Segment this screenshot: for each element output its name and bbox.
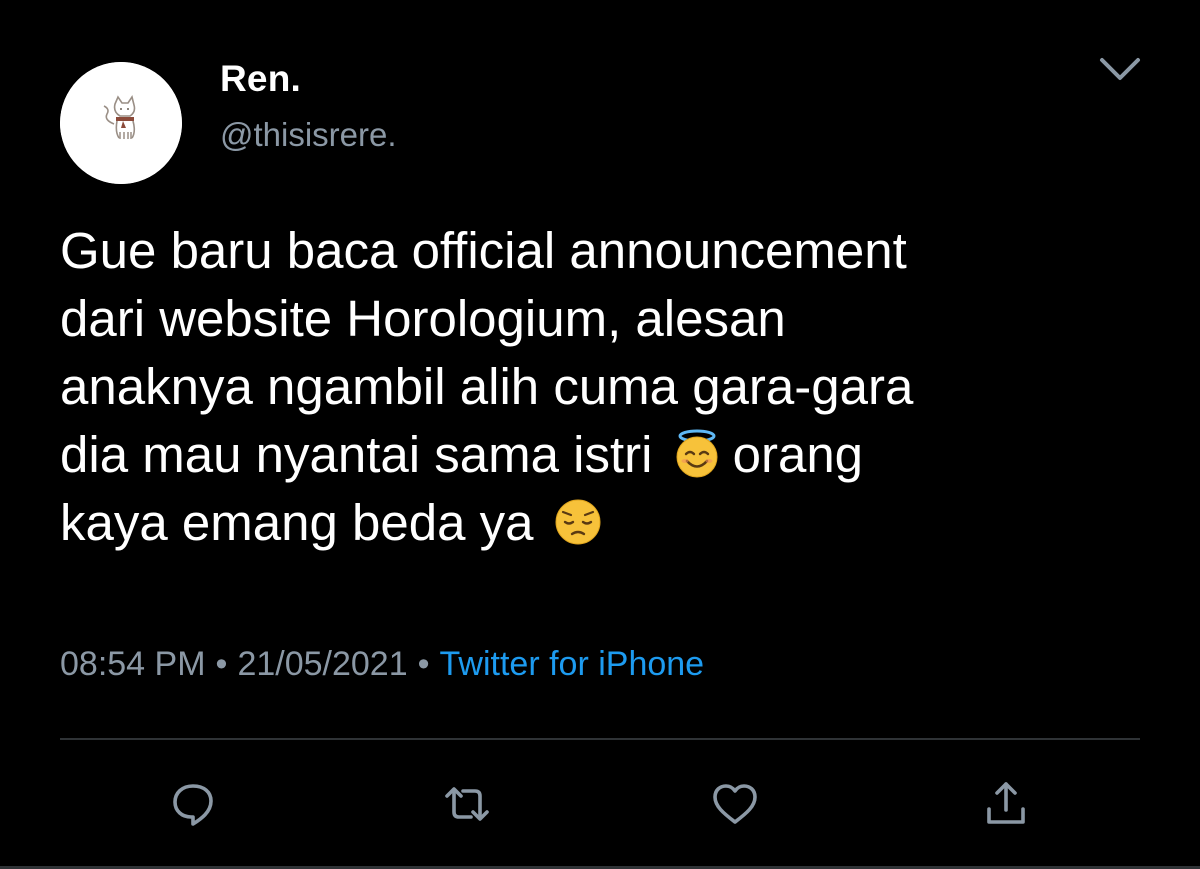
reply-button[interactable] <box>165 776 221 832</box>
tweet-line: Gue baru baca official announcement <box>60 222 907 279</box>
tweet-line: anaknya ngambil alih cuma gara-gara <box>60 358 914 415</box>
tweet-line-text: dia mau nyantai sama istri <box>60 426 653 483</box>
tweet-line-text: kaya emang beda ya <box>60 494 534 551</box>
heart-icon <box>713 784 757 824</box>
retweet-icon <box>445 787 489 821</box>
tweet-meta: 08:54 PM • 21/05/2021 • Twitter for iPhone <box>60 645 704 684</box>
tweet-text: Gue baru baca official announcement dari… <box>60 217 1140 557</box>
share-button[interactable] <box>978 776 1034 832</box>
tweet-line: kaya emang beda ya <box>60 489 1140 557</box>
avatar[interactable] <box>60 62 182 184</box>
tweet-date[interactable]: 21/05/2021 <box>237 645 407 683</box>
retweet-button[interactable] <box>439 776 495 832</box>
meta-separator: • <box>215 645 228 683</box>
chevron-down-icon[interactable] <box>1092 50 1148 90</box>
cat-avatar-icon <box>60 62 182 184</box>
tweet-time[interactable]: 08:54 PM <box>60 645 206 683</box>
display-name[interactable]: Ren. <box>220 58 301 100</box>
like-button[interactable] <box>707 776 763 832</box>
user-handle[interactable]: @thisisrere. <box>220 116 397 154</box>
reply-icon <box>173 784 213 826</box>
tweet-line: dia mau nyantai sama istri orang <box>60 421 1140 489</box>
meta-separator: • <box>417 645 430 683</box>
tweet-source-link[interactable]: Twitter for iPhone <box>440 645 705 683</box>
tweet: Ren. @thisisrere. Gue baru baca official… <box>0 0 1200 869</box>
pensive-face-icon <box>552 496 604 548</box>
tweet-line: dari website Horologium, alesan <box>60 290 786 347</box>
smiling-face-with-halo-icon <box>671 428 723 480</box>
tweet-line-text: orang <box>732 426 864 483</box>
share-icon <box>987 782 1025 824</box>
divider <box>60 738 1140 740</box>
